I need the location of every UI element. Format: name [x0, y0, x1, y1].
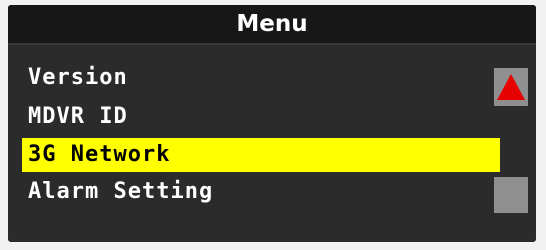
- menu-item-3g-network[interactable]: 3G Network: [22, 138, 500, 172]
- triangle-up-icon: [497, 74, 525, 100]
- menu-item-mdvr-id[interactable]: MDVR ID: [22, 100, 128, 134]
- menu-item-alarm-setting[interactable]: Alarm Setting: [22, 175, 213, 209]
- menu-header: Menu: [8, 5, 536, 45]
- scroll-down-button[interactable]: [494, 177, 528, 213]
- menu-item-version[interactable]: Version: [22, 61, 128, 95]
- menu-screen: Menu Version MDVR ID 3G Network Alarm Se…: [8, 5, 536, 242]
- menu-title: Menu: [236, 11, 308, 37]
- scroll-up-button[interactable]: [494, 68, 528, 106]
